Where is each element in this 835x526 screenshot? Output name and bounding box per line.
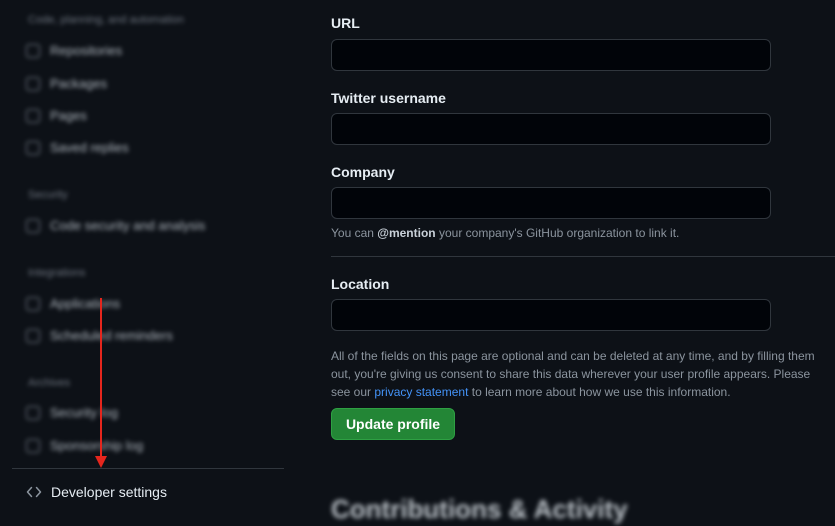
package-icon (26, 76, 40, 91)
update-profile-button[interactable]: Update profile (331, 408, 455, 440)
twitter-username-input[interactable] (331, 113, 771, 145)
sidebar-item-label: Developer settings (51, 484, 167, 500)
company-label: Company (331, 164, 395, 180)
company-help-prefix: You can (331, 226, 378, 240)
sidebar-item-developer-settings[interactable]: Developer settings (26, 484, 167, 500)
sidebar-heading-code: Code, planning, and automation (28, 14, 184, 26)
log-icon (26, 405, 40, 420)
sidebar-item-label: Security log (50, 405, 118, 420)
sidebar-item-code-security[interactable]: Code security and analysis (26, 218, 205, 233)
clock-icon (26, 328, 40, 343)
contributions-activity-heading: Contributions & Activity (331, 494, 628, 524)
sidebar-item-applications[interactable]: Applications (26, 296, 120, 311)
sidebar-item-label: Applications (50, 296, 121, 311)
twitter-username-label: Twitter username (331, 90, 446, 106)
sidebar-item-label: Pages (50, 108, 87, 123)
sidebar-item-pages[interactable]: Pages (26, 108, 87, 123)
sidebar-divider (12, 468, 284, 469)
annotation-arrow-shaft (100, 298, 102, 458)
shield-icon (26, 218, 40, 233)
log-icon (26, 438, 40, 453)
url-label: URL (331, 15, 360, 31)
sidebar-heading-security: Security (28, 189, 68, 201)
sidebar-item-packages[interactable]: Packages (26, 76, 107, 91)
profile-form: URL Twitter username Company You can @me… (331, 0, 835, 526)
location-input[interactable] (331, 299, 771, 331)
repo-icon (26, 43, 40, 58)
sidebar-item-repositories[interactable]: Repositories (26, 43, 122, 58)
privacy-notice: All of the fields on this page are optio… (331, 347, 831, 401)
url-input[interactable] (331, 39, 771, 71)
sidebar-item-label: Packages (50, 76, 108, 91)
sidebar-item-label: Sponsorship log (50, 438, 144, 453)
sidebar-item-label: Scheduled reminders (50, 328, 173, 343)
sidebar-item-label: Saved replies (50, 140, 129, 155)
settings-sidebar: Code, planning, and automation Repositor… (0, 0, 300, 526)
sidebar-item-label: Code security and analysis (50, 218, 206, 233)
company-input[interactable] (331, 187, 771, 219)
sidebar-heading-integrations: Integrations (28, 267, 86, 279)
privacy-text-after: to learn more about how we use this info… (468, 385, 731, 399)
code-icon (26, 484, 42, 500)
sidebar-item-sponsorship-log[interactable]: Sponsorship log (26, 438, 143, 453)
company-help-text: You can @mention your company's GitHub o… (331, 226, 679, 240)
privacy-statement-link[interactable]: privacy statement (374, 385, 468, 399)
location-label: Location (331, 276, 390, 292)
sidebar-heading-archives: Archives (28, 377, 71, 389)
form-divider (331, 256, 835, 257)
browser-icon (26, 108, 40, 123)
annotation-arrow-head (95, 456, 107, 468)
company-help-suffix: your company's GitHub organization to li… (435, 226, 680, 240)
reply-icon (26, 140, 40, 155)
apps-icon (26, 296, 40, 311)
mention-keyword: @mention (377, 226, 436, 240)
sidebar-item-security-log[interactable]: Security log (26, 405, 118, 420)
sidebar-item-saved-replies[interactable]: Saved replies (26, 140, 129, 155)
sidebar-item-label: Repositories (50, 43, 123, 58)
